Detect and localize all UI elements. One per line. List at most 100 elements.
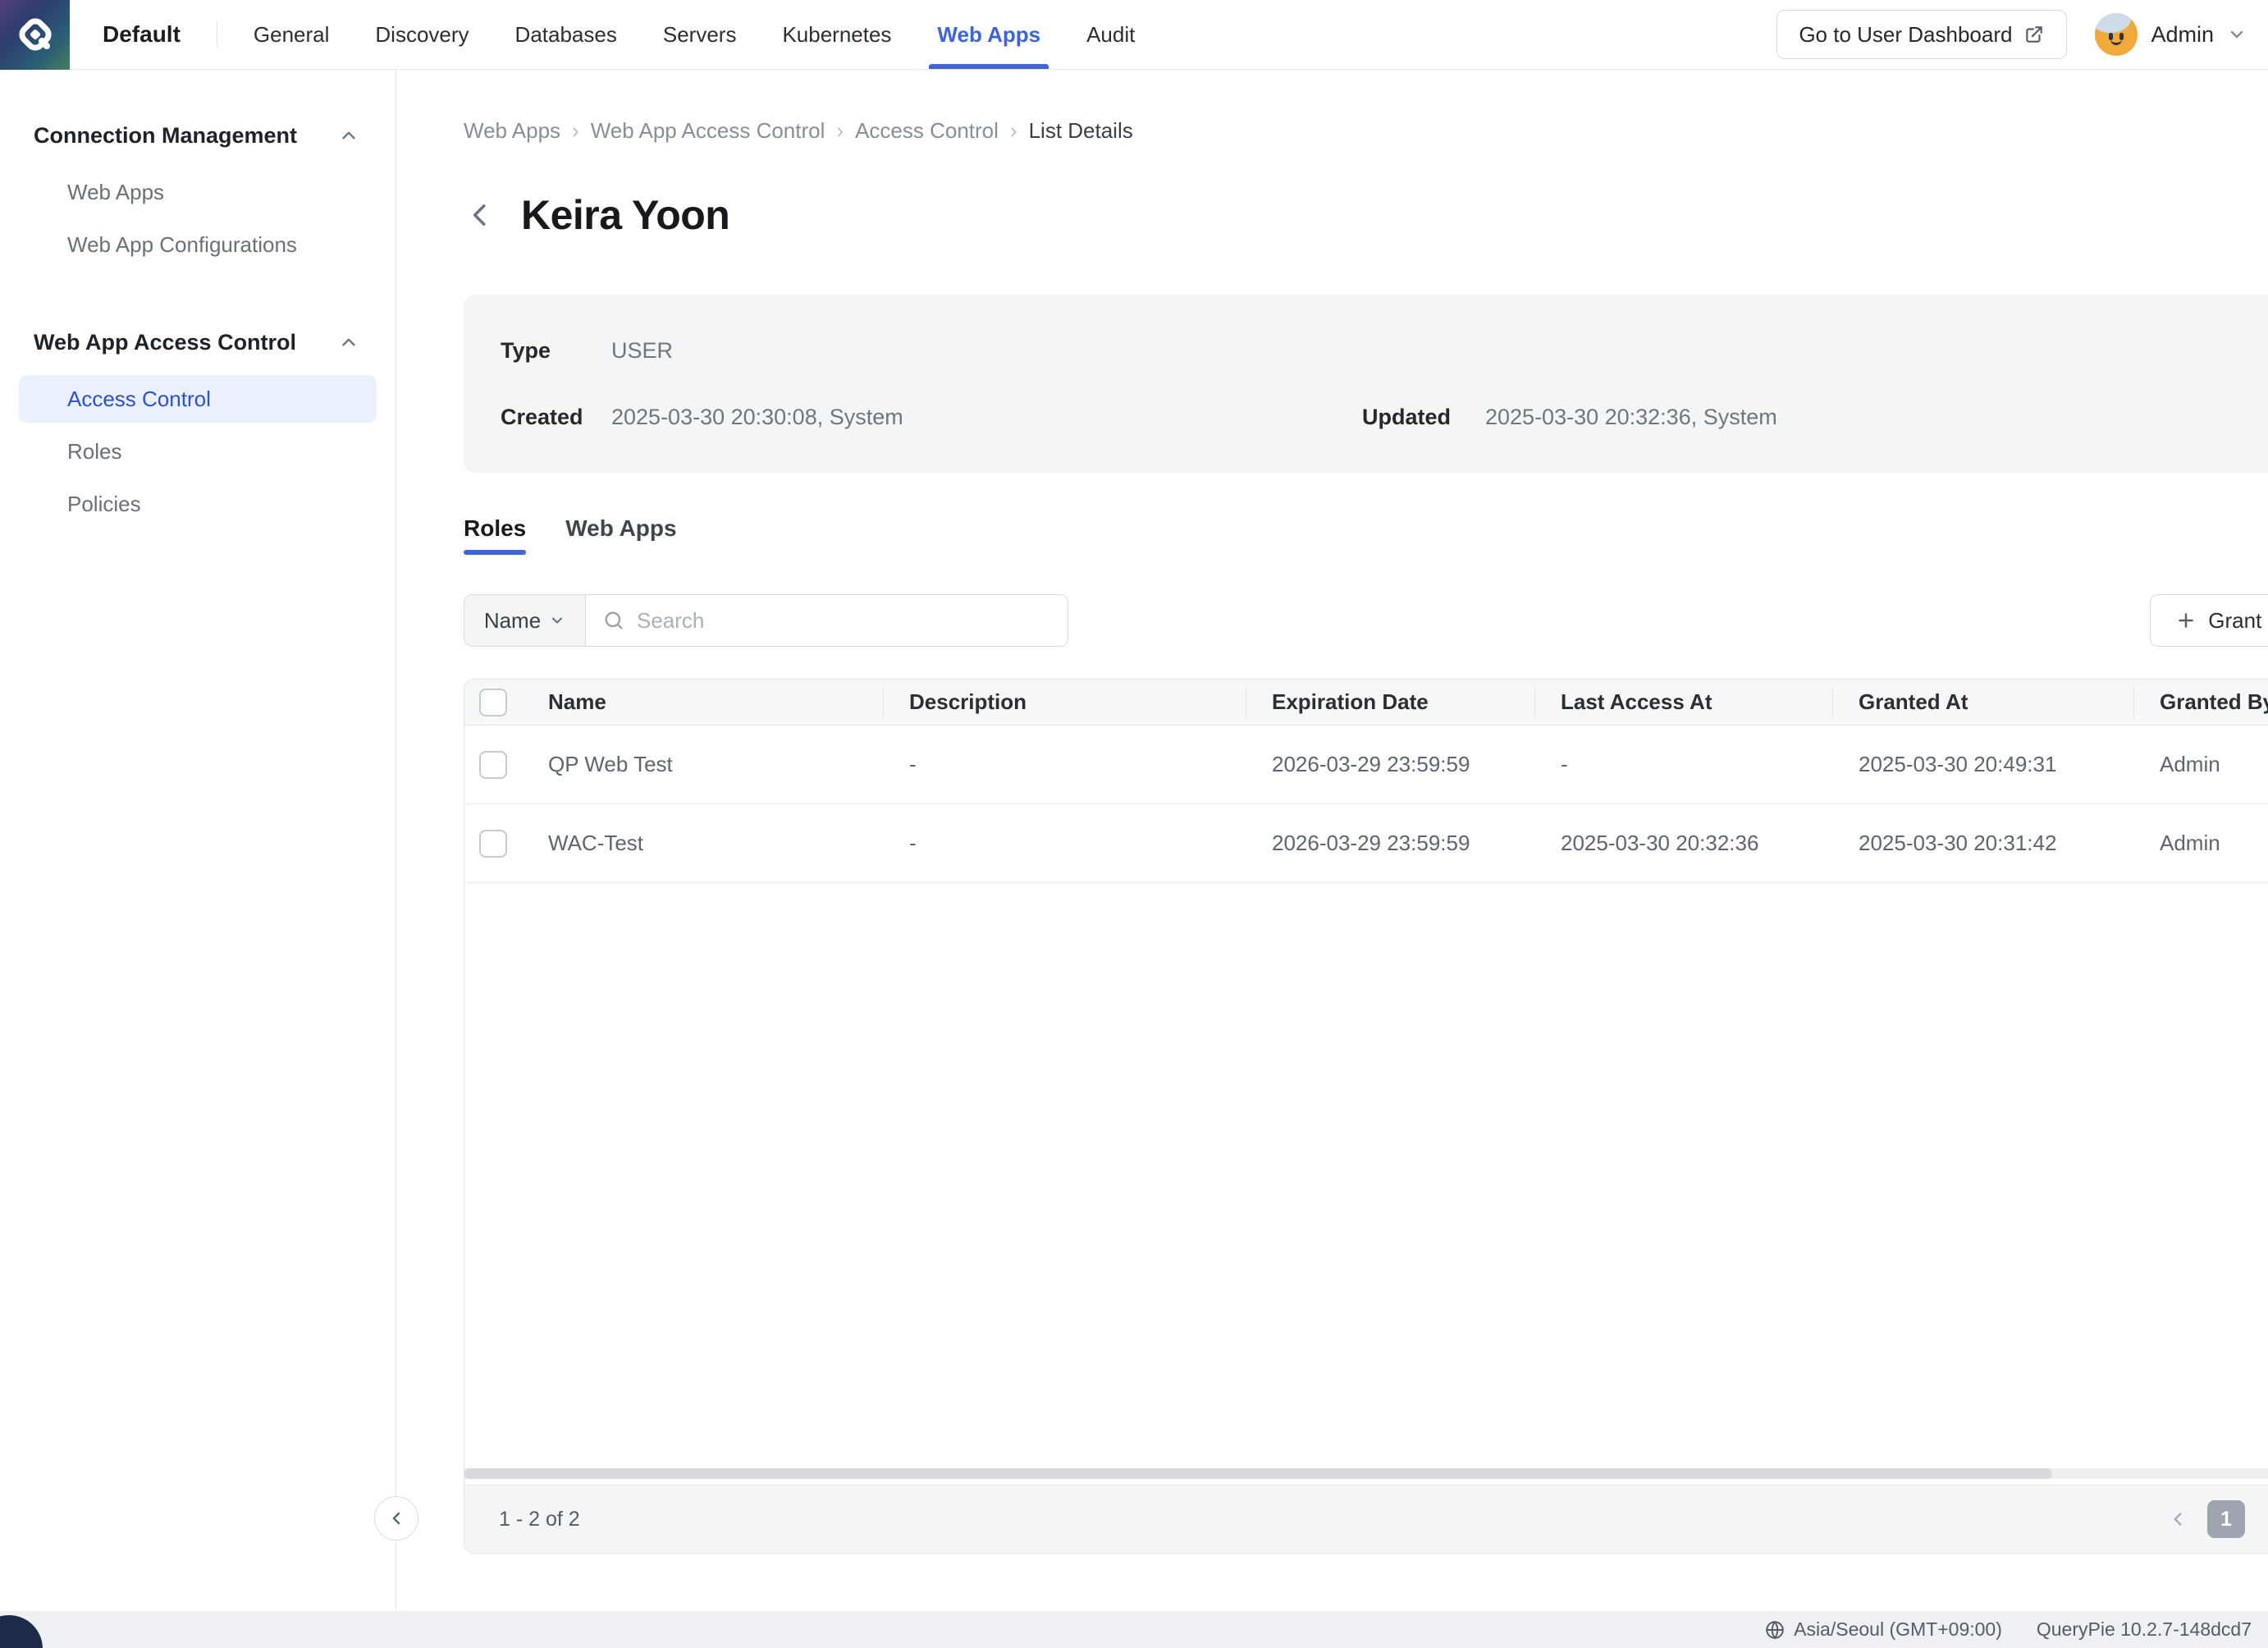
breadcrumb-web-apps[interactable]: Web Apps xyxy=(464,118,560,144)
sidebar-group-label: Web App Access Control xyxy=(34,330,296,355)
go-to-user-dashboard-button[interactable]: Go to User Dashboard xyxy=(1776,10,2067,59)
tab-web-apps[interactable]: Web Apps xyxy=(565,515,676,555)
chevron-right-icon: › xyxy=(572,118,579,144)
nav-item-audit[interactable]: Audit xyxy=(1086,0,1135,69)
app-version: QueryPie 10.2.7-148dcd7 xyxy=(2037,1618,2252,1641)
sidebar-item-access-control[interactable]: Access Control xyxy=(19,375,377,423)
sidebar-item-web-app-configurations[interactable]: Web App Configurations xyxy=(19,221,377,268)
type-value: USER xyxy=(611,338,673,364)
column-header-granted-at[interactable]: Granted At xyxy=(1832,680,2133,725)
nav-item-web-apps[interactable]: Web Apps xyxy=(937,0,1040,69)
row-checkbox[interactable] xyxy=(479,751,507,779)
cell-granted-at: 2025-03-30 20:49:31 xyxy=(1832,752,2133,777)
column-header-expiration-date[interactable]: Expiration Date xyxy=(1246,680,1534,725)
cell-granted-at: 2025-03-30 20:31:42 xyxy=(1832,831,2133,856)
chevron-up-icon xyxy=(338,332,359,353)
table-row[interactable]: WAC-Test - 2026-03-29 23:59:59 2025-03-3… xyxy=(464,804,2268,883)
horizontal-scrollbar-thumb[interactable] xyxy=(464,1468,2052,1479)
breadcrumb-access-control[interactable]: Access Control xyxy=(855,118,999,144)
roles-table-card: Name Description Expiration Date Last Ac… xyxy=(464,679,2268,1554)
filter-row: Name Grant Roles xyxy=(464,594,2268,647)
filter-field-select[interactable]: Name xyxy=(464,595,586,646)
cell-granted-by: Admin xyxy=(2133,831,2268,856)
sidebar-item-web-apps[interactable]: Web Apps xyxy=(19,168,377,216)
table-header-row: Name Description Expiration Date Last Ac… xyxy=(464,680,2268,726)
column-header-description[interactable]: Description xyxy=(883,680,1246,725)
horizontal-scrollbar-track[interactable] xyxy=(464,1468,2268,1479)
sidebar-item-roles[interactable]: Roles xyxy=(19,428,377,475)
created-label: Created xyxy=(501,405,611,430)
nav-item-databases[interactable]: Databases xyxy=(515,0,617,69)
avatar xyxy=(2095,13,2138,56)
dashboard-button-label: Go to User Dashboard xyxy=(1799,22,2012,48)
main-layout: Connection Management Web Apps Web App C… xyxy=(0,70,2268,1611)
sidebar: Connection Management Web Apps Web App C… xyxy=(0,70,396,1611)
table-footer: 1 - 2 of 2 1 xyxy=(464,1485,2268,1553)
plus-icon xyxy=(2175,610,2197,631)
row-checkbox[interactable] xyxy=(479,830,507,858)
sidebar-group-label: Connection Management xyxy=(34,123,297,149)
cell-description: - xyxy=(883,752,1246,777)
column-header-last-access-at[interactable]: Last Access At xyxy=(1534,680,1832,725)
sidebar-group-header-web-app-access-control[interactable]: Web App Access Control xyxy=(0,323,396,362)
column-header-name[interactable]: Name xyxy=(522,680,883,725)
detail-tabs: Roles Web Apps xyxy=(464,515,2268,555)
cell-description: - xyxy=(883,831,1246,856)
type-label: Type xyxy=(501,338,611,364)
chevron-up-icon xyxy=(338,125,359,146)
collapse-sidebar-button[interactable] xyxy=(374,1496,418,1540)
version-label: QueryPie 10.2.7-148dcd7 xyxy=(2037,1618,2252,1641)
next-page-button[interactable] xyxy=(2260,1504,2268,1534)
previous-page-button[interactable] xyxy=(2163,1504,2193,1534)
search-icon xyxy=(602,609,625,632)
nav-item-general[interactable]: General xyxy=(254,0,330,69)
detail-summary-box: Type USER Created 2025-03-30 20:30:08, S… xyxy=(464,295,2268,473)
nav-item-kubernetes[interactable]: Kubernetes xyxy=(782,0,891,69)
sidebar-item-policies[interactable]: Policies xyxy=(19,480,377,528)
app-footer: Asia/Seoul (GMT+09:00) QueryPie 10.2.7-1… xyxy=(0,1611,2268,1648)
cell-name: QP Web Test xyxy=(522,752,883,777)
tab-roles[interactable]: Roles xyxy=(464,515,526,555)
updated-label: Updated xyxy=(1362,405,1485,430)
search-group: Name xyxy=(464,594,1068,647)
grant-roles-button[interactable]: Grant Roles xyxy=(2150,594,2268,647)
top-nav: Default General Discovery Databases Serv… xyxy=(0,0,2268,70)
cell-granted-by: Admin xyxy=(2133,752,2268,777)
current-page-button[interactable]: 1 xyxy=(2207,1500,2245,1538)
querypie-logo-icon xyxy=(14,13,57,56)
workspace-name[interactable]: Default xyxy=(103,21,181,48)
breadcrumb: Web Apps › Web App Access Control › Acce… xyxy=(464,117,2268,144)
table-row[interactable]: QP Web Test - 2026-03-29 23:59:59 - 2025… xyxy=(464,726,2268,804)
grant-roles-label: Grant Roles xyxy=(2208,608,2268,634)
cell-name: WAC-Test xyxy=(522,831,883,856)
timezone-label: Asia/Seoul (GMT+09:00) xyxy=(1794,1618,2002,1641)
querypie-logo[interactable] xyxy=(0,0,70,70)
column-header-granted-by[interactable]: Granted By xyxy=(2133,680,2268,725)
search-input[interactable] xyxy=(637,608,1068,634)
sidebar-group-connection-management: Connection Management Web Apps Web App C… xyxy=(0,116,396,268)
nav-item-servers[interactable]: Servers xyxy=(663,0,737,69)
user-menu[interactable]: Admin xyxy=(2095,13,2247,56)
chevron-right-icon: › xyxy=(1010,118,1017,144)
cell-last-access-at: - xyxy=(1534,752,1832,777)
sidebar-group-web-app-access-control: Web App Access Control Access Control Ro… xyxy=(0,323,396,528)
chevron-down-icon xyxy=(2227,25,2247,44)
page-title: Keira Yoon xyxy=(521,191,729,239)
timezone-indicator[interactable]: Asia/Seoul (GMT+09:00) xyxy=(1764,1618,2002,1641)
filter-field-value: Name xyxy=(484,608,541,634)
user-name: Admin xyxy=(2151,22,2214,48)
nav-item-discovery[interactable]: Discovery xyxy=(375,0,469,69)
updated-value: 2025-03-30 20:32:36, System xyxy=(1485,405,1777,430)
content-area: Web Apps › Web App Access Control › Acce… xyxy=(396,70,2268,1611)
sidebar-group-header-connection-management[interactable]: Connection Management xyxy=(0,116,396,155)
nav-right-group: Go to User Dashboard Admin xyxy=(1776,10,2268,59)
pagination-range: 1 - 2 of 2 xyxy=(499,1508,580,1531)
breadcrumb-list-details: List Details xyxy=(1029,118,1133,144)
external-link-icon xyxy=(2023,24,2045,45)
select-all-checkbox[interactable] xyxy=(479,689,507,716)
globe-icon xyxy=(1764,1619,1786,1641)
corner-floating-button[interactable] xyxy=(0,1615,43,1648)
back-button[interactable] xyxy=(464,199,496,231)
chevron-right-icon: › xyxy=(836,118,844,144)
breadcrumb-web-app-access-control[interactable]: Web App Access Control xyxy=(591,118,825,144)
